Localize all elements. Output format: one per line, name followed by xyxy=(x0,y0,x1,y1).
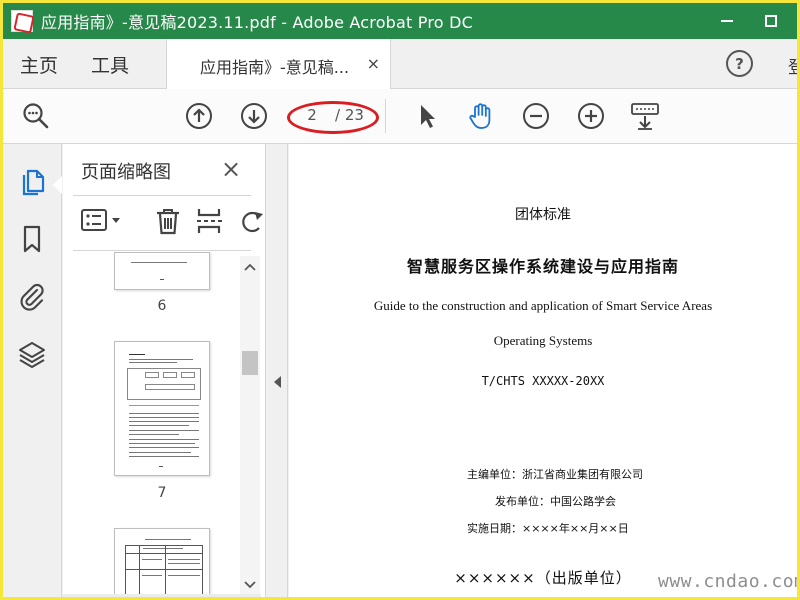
rotate-page-icon[interactable] xyxy=(241,206,263,240)
rail-active-pointer xyxy=(53,176,62,194)
doc-editor: 主编单位：浙江省商业集团有限公司 xyxy=(467,468,643,481)
acrobat-app-icon[interactable] xyxy=(11,10,33,32)
tab-document[interactable]: 应用指南》-意见稿... × xyxy=(166,39,391,89)
collapse-left-icon[interactable] xyxy=(274,376,281,388)
search-icon[interactable] xyxy=(21,101,51,131)
menu-tools[interactable]: 工具 xyxy=(91,51,129,78)
sign-in-label[interactable]: 登 xyxy=(788,53,797,78)
thumbnail-page-8[interactable] xyxy=(114,528,210,597)
doc-date: 实施日期：××××年××月××日 xyxy=(467,522,629,535)
page-thumbnails-icon[interactable] xyxy=(18,166,46,196)
title-bar: 应用指南》-意见稿2023.11.pdf - Adobe Acrobat Pro… xyxy=(3,3,797,39)
thumbnail-horizontal-scrollbar[interactable] xyxy=(63,594,261,597)
thumbnail-label: 7 xyxy=(157,485,167,501)
attachment-icon[interactable] xyxy=(18,281,46,311)
panel-collapse-strip[interactable] xyxy=(267,144,288,597)
doc-title-cn: 智慧服务区操作系统建设与应用指南 xyxy=(406,257,679,276)
maximize-button[interactable] xyxy=(749,3,793,39)
main-toolbar: 2 / 23 xyxy=(3,89,797,144)
tab-document-label: 应用指南》-意见稿... xyxy=(200,58,350,77)
thumbnail-scrollbar[interactable] xyxy=(240,256,260,597)
maximize-icon xyxy=(765,15,777,27)
keyboard-scroll-icon[interactable] xyxy=(630,101,660,131)
doc-title-en-2: Operating Systems xyxy=(493,333,593,348)
left-navigation-rail xyxy=(3,144,62,597)
help-icon[interactable]: ? xyxy=(726,50,753,77)
menu-home[interactable]: 主页 xyxy=(20,51,58,78)
scroll-up-icon[interactable] xyxy=(240,258,260,276)
scrollbar-thumb[interactable] xyxy=(242,351,258,375)
thumbnail-page-6[interactable] xyxy=(114,252,210,290)
toolbar-separator xyxy=(385,99,386,133)
zoom-out-icon[interactable] xyxy=(521,101,551,131)
doc-code: T/CHTS XXXXX-20XX xyxy=(481,374,605,388)
options-menu-icon[interactable] xyxy=(81,208,125,238)
thumbnail-panel: 页面缩略图 × 6 7 xyxy=(63,144,266,597)
annotation-ellipse xyxy=(287,101,379,134)
thumbnail-label: 6 xyxy=(157,298,167,314)
app-window: 应用指南》-意见稿2023.11.pdf - Adobe Acrobat Pro… xyxy=(0,0,800,600)
watermark: www.cndao.com xyxy=(658,571,800,592)
minimize-icon xyxy=(721,20,733,22)
page-up-icon[interactable] xyxy=(184,101,214,131)
select-pointer-icon[interactable] xyxy=(412,101,442,131)
bookmark-icon[interactable] xyxy=(18,224,46,254)
zoom-in-icon[interactable] xyxy=(576,101,606,131)
doc-title-en-1: Guide to the construction and applicatio… xyxy=(373,298,713,313)
panel-close-button[interactable]: × xyxy=(221,155,241,183)
doc-issuer: 发布单位：中国公路学会 xyxy=(495,495,616,508)
insert-page-icon[interactable] xyxy=(194,206,224,240)
doc-standard-type: 团体标准 xyxy=(515,207,571,223)
layers-icon[interactable] xyxy=(18,339,46,369)
delete-page-icon[interactable] xyxy=(153,206,183,240)
thumbnail-page-7[interactable] xyxy=(114,341,210,476)
window-title: 应用指南》-意见稿2023.11.pdf - Adobe Acrobat Pro… xyxy=(41,13,473,32)
menu-bar: 主页 工具 应用指南》-意见稿... × ? 登 xyxy=(3,39,797,89)
document-view[interactable]: 团体标准 智慧服务区操作系统建设与应用指南 Guide to the const… xyxy=(289,144,797,597)
scroll-down-icon[interactable] xyxy=(240,576,260,594)
thumbnail-list: 6 7 xyxy=(63,252,243,597)
panel-toolbar xyxy=(73,196,263,246)
hand-tool-icon[interactable] xyxy=(466,101,496,131)
page-down-icon[interactable] xyxy=(239,101,269,131)
minimize-button[interactable] xyxy=(705,3,749,39)
panel-title: 页面缩略图 xyxy=(81,162,171,183)
panel-divider-2 xyxy=(73,250,251,251)
tab-close-button[interactable]: × xyxy=(367,54,380,73)
